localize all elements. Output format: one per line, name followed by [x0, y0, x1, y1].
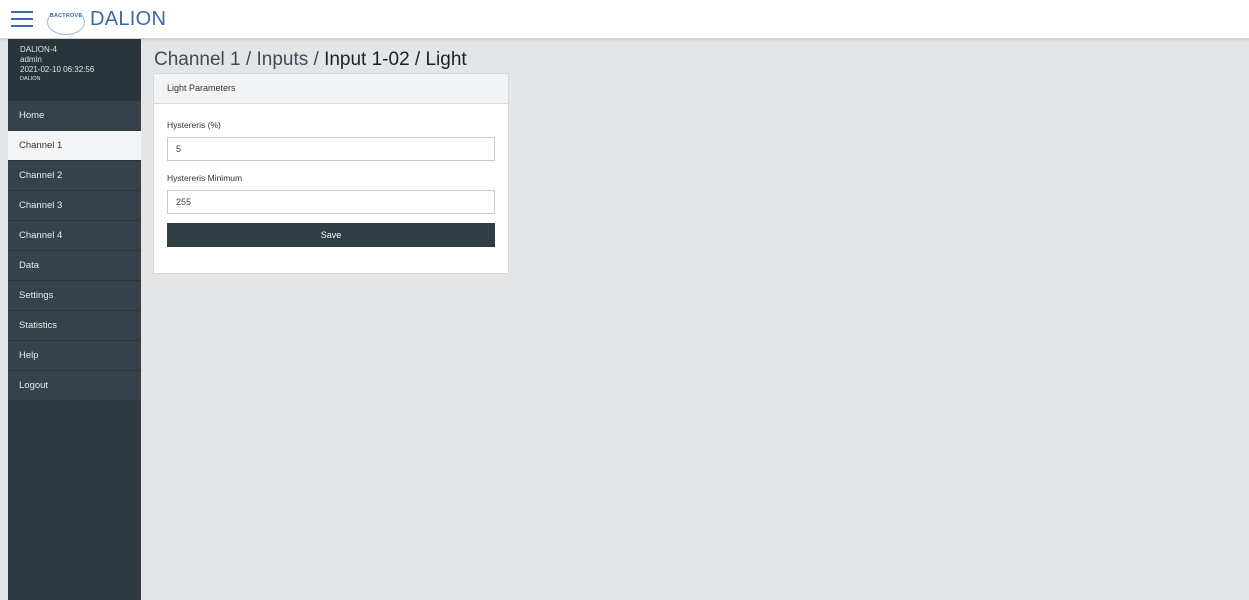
hysteresis-percent-label: Hystereris (%) [167, 120, 221, 130]
app-title: DALION [90, 8, 167, 30]
breadcrumb-channel[interactable]: Channel 1 [154, 49, 241, 70]
hysteresis-minimum-label: Hystereris Minimum [167, 173, 243, 183]
device-name: DALION-4 [20, 45, 57, 54]
product-name: DALION [20, 76, 41, 82]
light-parameters-card: Light Parameters Hystereris (%) Hysterer… [153, 73, 509, 274]
breadcrumb-current: Input 1-02 / Light [324, 49, 467, 70]
sidebar-item-settings[interactable]: Settings [8, 280, 141, 310]
breadcrumb-separator: / [240, 49, 257, 70]
save-button[interactable]: Save [167, 223, 495, 247]
hysteresis-percent-input[interactable] [167, 137, 495, 161]
sidebar-item-home[interactable]: Home [8, 100, 141, 130]
sidebar-item-channel-1[interactable]: Channel 1 [8, 130, 141, 160]
sidebar-item-channel-3[interactable]: Channel 3 [8, 190, 141, 220]
username: admin [20, 55, 42, 64]
hysteresis-minimum-input[interactable] [167, 190, 495, 214]
hamburger-menu-icon[interactable] [11, 11, 33, 28]
breadcrumb-inputs[interactable]: Inputs [256, 49, 308, 70]
sidebar-item-logout[interactable]: Logout [8, 370, 141, 400]
breadcrumb: Channel 1 / Inputs / Input 1-02 / Light [154, 49, 467, 71]
sidebar-item-channel-2[interactable]: Channel 2 [8, 160, 141, 190]
sidebar-item-data[interactable]: Data [8, 250, 141, 280]
top-bar: BACTROVE DALION [0, 0, 1249, 39]
sidebar: DALION-4 admin 2021-02-10 06:32:56 DALIO… [8, 39, 141, 600]
datetime: 2021-02-10 06:32:56 [20, 65, 95, 74]
breadcrumb-separator: / [308, 49, 325, 70]
bactrove-logo: BACTROVE [45, 3, 87, 35]
sidebar-nav: Home Channel 1 Channel 2 Channel 3 Chann… [8, 100, 141, 400]
card-title: Light Parameters [154, 74, 508, 104]
sidebar-item-help[interactable]: Help [8, 340, 141, 370]
device-info: DALION-4 admin 2021-02-10 06:32:56 DALIO… [8, 39, 141, 100]
sidebar-item-channel-4[interactable]: Channel 4 [8, 220, 141, 250]
sidebar-item-statistics[interactable]: Statistics [8, 310, 141, 340]
